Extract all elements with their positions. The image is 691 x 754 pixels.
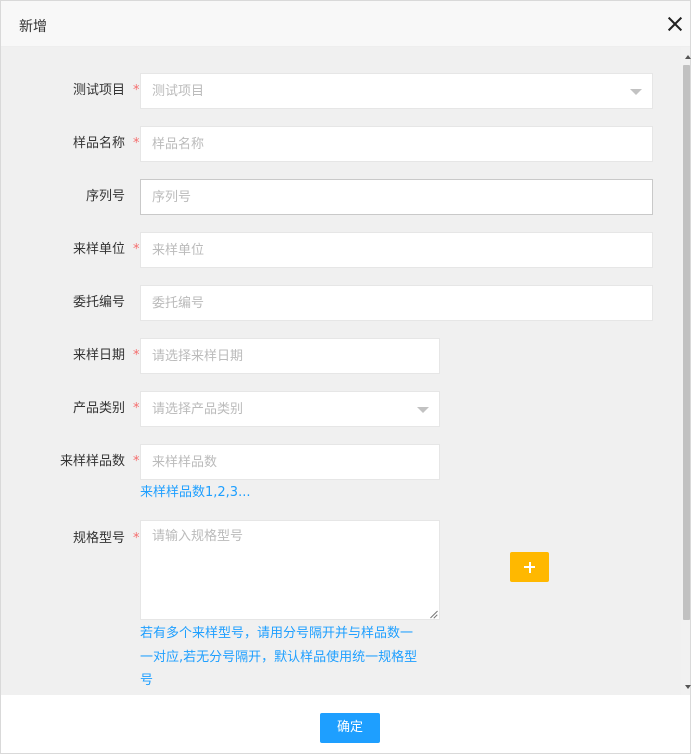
sample-count-input[interactable]: 来样样品数 — [140, 444, 440, 480]
scroll-up-arrow-icon[interactable] — [685, 55, 691, 59]
required-mark: * — [133, 242, 140, 257]
chevron-down-icon — [417, 407, 429, 413]
test-item-label: 测试项目 — [72, 83, 125, 98]
scrollbar-thumb[interactable] — [683, 65, 690, 620]
sample-count-hint: 来样样品数1,2,3... — [140, 485, 251, 500]
required-mark: * — [133, 454, 140, 469]
test-item-select[interactable]: 测试项目 — [140, 73, 653, 109]
required-mark: * — [133, 348, 140, 363]
serial-no-label: 序列号 — [85, 189, 125, 204]
required-mark: * — [133, 136, 140, 151]
entrust-no-input[interactable]: 委托编号 — [140, 285, 653, 321]
sample-count-placeholder: 来样样品数 — [152, 455, 218, 470]
sample-date-placeholder: 请选择来样日期 — [152, 349, 244, 364]
entrust-no-label: 委托编号 — [72, 295, 125, 310]
confirm-button[interactable]: 确定 — [320, 713, 380, 743]
required-mark: * — [133, 531, 140, 546]
spec-model-hint-line-2: 一对应,若无分号隔开，默认样品使用统一规格型 — [140, 650, 418, 665]
resize-handle-icon[interactable] — [430, 610, 438, 618]
dialog-title: 新增 — [19, 19, 47, 35]
sample-name-placeholder: 样品名称 — [152, 137, 205, 152]
required-mark: * — [133, 401, 140, 416]
dialog-titlebar: 新增 — [1, 1, 690, 47]
add-dialog: 新增 测试项目 * 测试项目 样品名称 * 样品名称 序列号 序列号 来样单位 … — [0, 0, 691, 754]
sample-date-label: 来样日期 — [72, 348, 125, 363]
dialog-footer: 确定 — [1, 695, 690, 753]
scroll-down-arrow-icon[interactable] — [685, 685, 691, 689]
spec-model-textarea[interactable]: 请输入规格型号 — [140, 520, 440, 620]
spec-model-label: 规格型号 — [72, 531, 125, 546]
close-icon[interactable] — [665, 14, 685, 34]
product-type-label: 产品类别 — [72, 401, 125, 416]
spec-model-placeholder: 请输入规格型号 — [152, 529, 244, 544]
chevron-down-icon — [630, 89, 642, 95]
serial-no-placeholder: 序列号 — [152, 190, 192, 205]
sample-count-label: 来样样品数 — [59, 454, 125, 469]
sample-name-label: 样品名称 — [72, 136, 125, 151]
sample-unit-placeholder: 来样单位 — [152, 243, 205, 258]
sample-name-input[interactable]: 样品名称 — [140, 126, 653, 162]
sample-date-picker[interactable]: 请选择来样日期 — [140, 338, 440, 374]
entrust-no-placeholder: 委托编号 — [152, 296, 205, 311]
sample-unit-input[interactable]: 来样单位 — [140, 232, 653, 268]
spec-model-hint-line-3: 号 — [140, 673, 154, 688]
product-type-placeholder: 请选择产品类别 — [152, 402, 244, 417]
product-type-select[interactable]: 请选择产品类别 — [140, 391, 440, 427]
required-mark: * — [133, 83, 140, 98]
sample-unit-label: 来样单位 — [72, 242, 125, 257]
test-item-placeholder: 测试项目 — [152, 84, 205, 99]
serial-no-input[interactable]: 序列号 — [140, 179, 653, 215]
spec-model-hint-line-1: 若有多个来样型号，请用分号隔开并与样品数一 — [140, 626, 414, 641]
add-spec-button[interactable] — [510, 552, 549, 582]
